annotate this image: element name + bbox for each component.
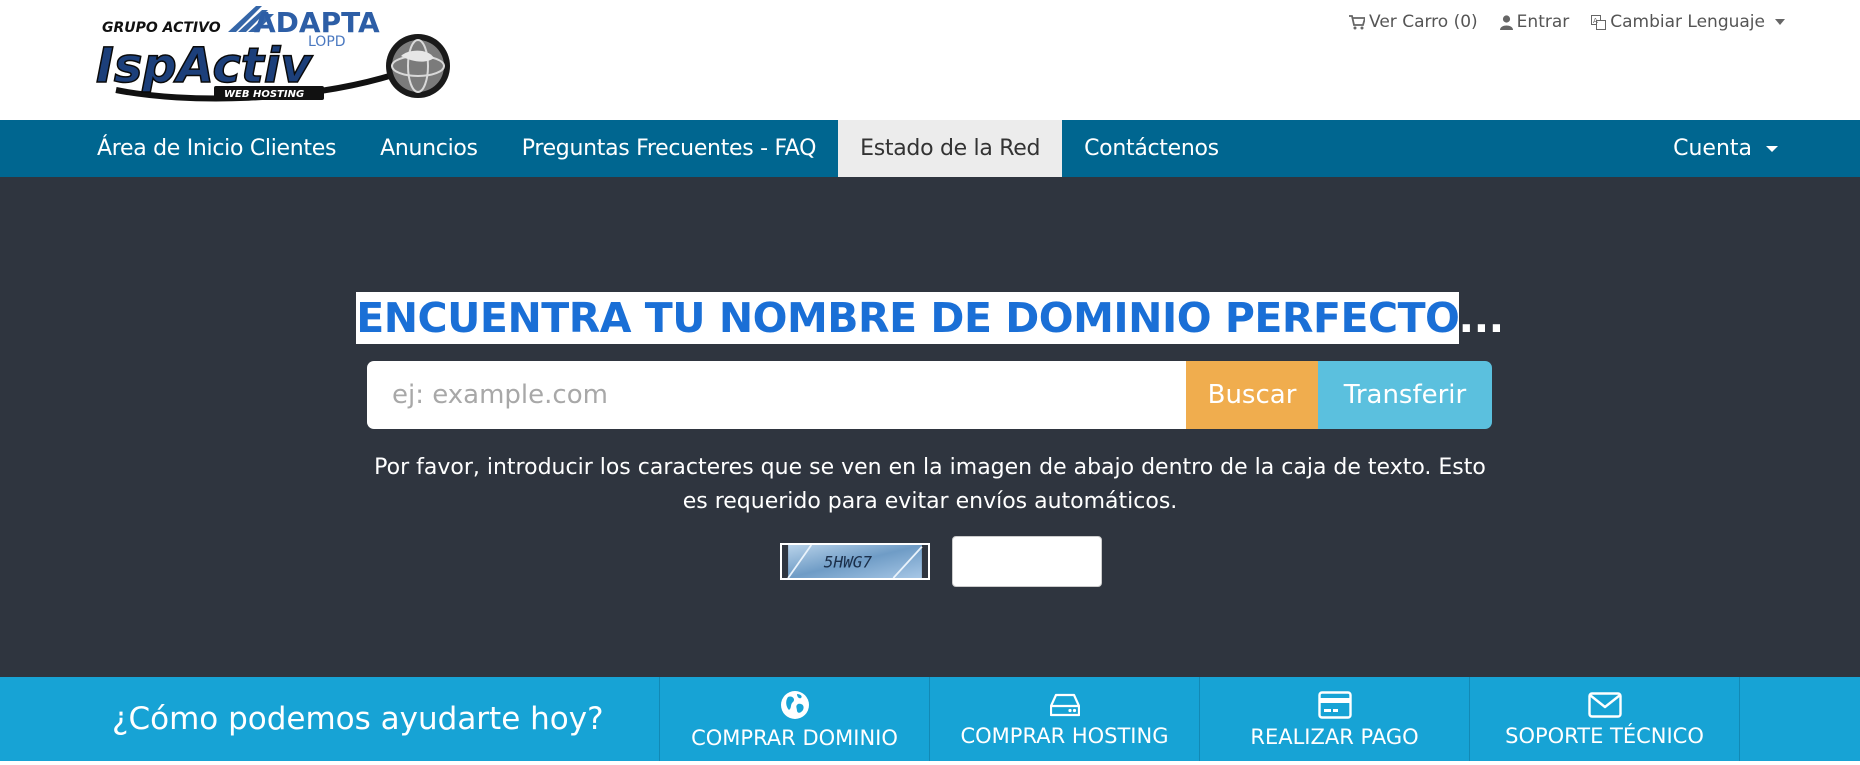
captcha-input[interactable] [952, 536, 1102, 587]
buy-domain-link[interactable]: COMPRAR DOMINIO [660, 677, 930, 761]
support-link[interactable]: SOPORTE TÉCNICO [1470, 677, 1740, 761]
logo-lopd-text: LOPD [308, 34, 346, 50]
globe-icon [780, 691, 809, 719]
buy-hosting-link[interactable]: COMPRAR HOSTING [930, 677, 1200, 761]
language-selector[interactable]: A Cambiar Lenguaje [1591, 12, 1785, 32]
captcha-image: 5HWG7 [780, 543, 930, 580]
hero-title-highlight: ENCUENTRA TU NOMBRE DE DOMINIO PERFECTO [356, 292, 1459, 344]
nav-item-network-status[interactable]: Estado de la Red [838, 120, 1063, 177]
buy-domain-label: COMPRAR DOMINIO [691, 726, 898, 750]
logo-group-text: GRUPO ACTIVO [102, 20, 221, 36]
domain-search-hero: ENCUENTRA TU NOMBRE DE DOMINIO PERFECTO.… [0, 177, 1860, 677]
cart-icon [1349, 14, 1366, 29]
support-label: SOPORTE TÉCNICO [1505, 724, 1704, 748]
captcha-row: 5HWG7 [780, 536, 1102, 587]
nav-item-contact[interactable]: Contáctenos [1062, 120, 1241, 177]
nav-item-announcements[interactable]: Anuncios [358, 120, 500, 177]
make-payment-link[interactable]: REALIZAR PAGO [1200, 677, 1470, 761]
login-link-label: Entrar [1516, 12, 1570, 32]
hero-title: ENCUENTRA TU NOMBRE DE DOMINIO PERFECTO.… [0, 292, 1860, 344]
ispactiv-logo[interactable]: GRUPO ACTIVO ADAPTA LOPD IspActiv WEB HO… [96, 4, 460, 110]
domain-search-input[interactable] [367, 361, 1186, 429]
buy-hosting-label: COMPRAR HOSTING [960, 724, 1169, 748]
logo-sub-text: WEB HOSTING [224, 89, 304, 100]
search-button[interactable]: Buscar [1186, 361, 1318, 429]
chevron-down-icon [1766, 145, 1778, 152]
make-payment-label: REALIZAR PAGO [1250, 725, 1419, 749]
nav-item-client-area[interactable]: Área de Inicio Clientes [75, 120, 358, 177]
top-links: Ver Carro (0) Entrar A Cambiar Lenguaje [1349, 12, 1785, 32]
credit-card-icon [1317, 691, 1352, 719]
language-icon: A [1591, 14, 1607, 30]
transfer-button[interactable]: Transferir [1318, 361, 1492, 429]
login-link[interactable]: Entrar [1499, 12, 1570, 32]
hero-title-ellipsis: ... [1458, 294, 1505, 342]
captcha-instructions: Por favor, introducir los caracteres que… [374, 455, 1486, 514]
cart-link-label: Ver Carro (0) [1369, 12, 1478, 32]
domain-search-form: Buscar Transferir [367, 361, 1492, 429]
svg-text:A: A [1593, 17, 1598, 25]
help-bar: ¿Cómo podemos ayudarte hoy? COMPRAR DOMI… [0, 677, 1860, 761]
logo-main-text: IspActiv [96, 38, 313, 94]
main-nav: Área de Inicio Clientes Anuncios Pregunt… [0, 120, 1860, 177]
cart-link[interactable]: Ver Carro (0) [1349, 12, 1478, 32]
user-icon [1499, 14, 1513, 30]
nav-item-faq[interactable]: Preguntas Frecuentes - FAQ [500, 120, 838, 177]
chevron-down-icon [1775, 19, 1785, 25]
language-selector-label: Cambiar Lenguaje [1610, 12, 1765, 32]
account-menu-label: Cuenta [1673, 136, 1752, 161]
help-title: ¿Cómo podemos ayudarte hoy? [0, 677, 660, 761]
account-menu[interactable]: Cuenta [1673, 120, 1778, 177]
captcha-code: 5HWG7 [824, 552, 873, 571]
logo-globe-icon [386, 34, 450, 98]
hard-drive-icon [1049, 693, 1080, 717]
envelope-icon [1587, 692, 1622, 718]
site-header: GRUPO ACTIVO ADAPTA LOPD IspActiv WEB HO… [0, 0, 1860, 120]
